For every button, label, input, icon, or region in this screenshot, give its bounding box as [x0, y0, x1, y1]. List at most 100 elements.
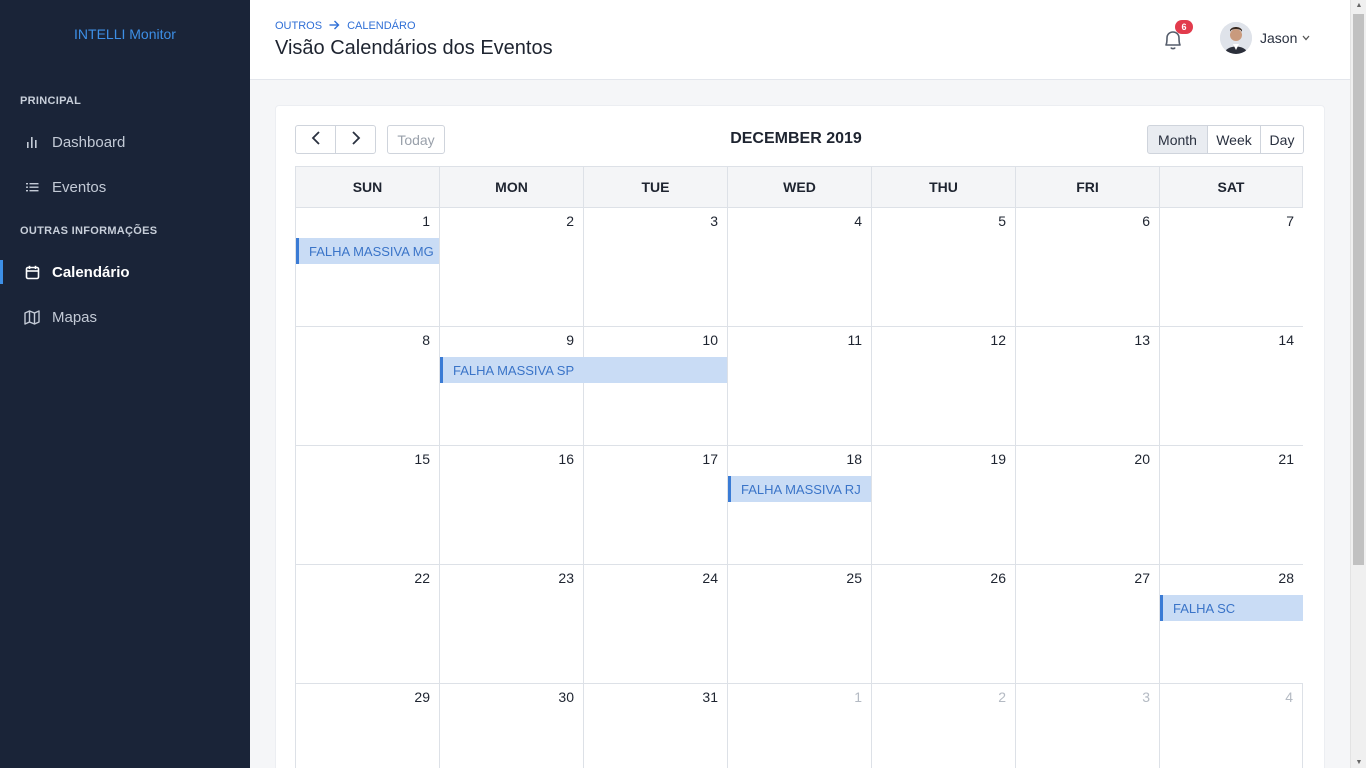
- calendar-day-cell[interactable]: 25: [727, 565, 871, 684]
- weekday-label: WED: [727, 166, 871, 208]
- day-number[interactable]: 17: [702, 451, 718, 467]
- day-number[interactable]: 29: [414, 689, 430, 705]
- day-number[interactable]: 7: [1286, 213, 1294, 229]
- scrollbar-thumb[interactable]: [1353, 14, 1364, 565]
- calendar-day-cell[interactable]: 10: [583, 327, 727, 446]
- day-number[interactable]: 6: [1142, 213, 1150, 229]
- today-button[interactable]: Today: [387, 125, 445, 154]
- day-number[interactable]: 2: [566, 213, 574, 229]
- user-menu[interactable]: Jason: [1220, 22, 1310, 54]
- breadcrumb-item-calendario[interactable]: CALENDÁRO: [347, 20, 415, 32]
- day-number[interactable]: 4: [1285, 689, 1293, 705]
- view-day-button[interactable]: Day: [1260, 125, 1304, 154]
- calendar-day-cell[interactable]: 18: [727, 446, 871, 565]
- calendar-event[interactable]: FALHA MASSIVA SP: [440, 357, 727, 383]
- day-number[interactable]: 16: [558, 451, 574, 467]
- calendar-day-cell[interactable]: 13: [1015, 327, 1159, 446]
- calendar-day-cell[interactable]: 3: [583, 208, 727, 327]
- day-number[interactable]: 28: [1278, 570, 1294, 586]
- day-number[interactable]: 1: [854, 689, 862, 705]
- day-number[interactable]: 5: [998, 213, 1006, 229]
- day-number[interactable]: 10: [702, 332, 718, 348]
- calendar-day-cell[interactable]: 27: [1015, 565, 1159, 684]
- day-number[interactable]: 13: [1134, 332, 1150, 348]
- calendar-day-cell[interactable]: 14: [1159, 327, 1303, 446]
- calendar-day-cell[interactable]: 26: [871, 565, 1015, 684]
- calendar-day-cell[interactable]: 1: [295, 208, 439, 327]
- day-number[interactable]: 25: [846, 570, 862, 586]
- calendar-day-cell[interactable]: 1: [727, 684, 871, 768]
- sidebar-item-label: Calendário: [52, 263, 130, 281]
- view-week-button[interactable]: Week: [1207, 125, 1261, 154]
- day-number[interactable]: 20: [1134, 451, 1150, 467]
- day-number[interactable]: 12: [990, 332, 1006, 348]
- sidebar-item-mapas[interactable]: Mapas: [0, 297, 250, 337]
- calendar-day-cell[interactable]: 12: [871, 327, 1015, 446]
- day-number[interactable]: 11: [847, 332, 862, 348]
- vertical-scrollbar[interactable]: ▲ ▼: [1350, 0, 1366, 768]
- day-number[interactable]: 8: [422, 332, 430, 348]
- day-number[interactable]: 1: [422, 213, 430, 229]
- calendar-event[interactable]: FALHA MASSIVA RJ: [728, 476, 871, 502]
- next-month-button[interactable]: [335, 125, 376, 154]
- day-number[interactable]: 23: [558, 570, 574, 586]
- day-number[interactable]: 14: [1278, 332, 1294, 348]
- list-icon: [24, 179, 40, 195]
- calendar-grid: SUN MON TUE WED THU FRI SAT 1 2 3 4 5 6 7 FALHA…: [295, 166, 1304, 768]
- day-number[interactable]: 3: [710, 213, 718, 229]
- breadcrumb-item-outros[interactable]: OUTROS: [275, 20, 322, 32]
- calendar-day-cell[interactable]: 15: [295, 446, 439, 565]
- scroll-down-icon[interactable]: ▼: [1351, 759, 1366, 766]
- calendar-day-cell[interactable]: 16: [439, 446, 583, 565]
- calendar-day-cell[interactable]: 11: [727, 327, 871, 446]
- notification-badge: 6: [1175, 20, 1193, 34]
- day-number[interactable]: 2: [998, 689, 1006, 705]
- day-number[interactable]: 19: [990, 451, 1006, 467]
- day-number[interactable]: 15: [414, 451, 430, 467]
- day-number[interactable]: 27: [1134, 570, 1150, 586]
- calendar-day-cell[interactable]: 5: [871, 208, 1015, 327]
- calendar-week-row: 1 2 3 4 5 6 7 FALHA MASSIVA MG: [295, 208, 1304, 327]
- calendar-day-cell[interactable]: 22: [295, 565, 439, 684]
- day-number[interactable]: 21: [1278, 451, 1294, 467]
- calendar-day-cell[interactable]: 20: [1015, 446, 1159, 565]
- calendar-day-cell[interactable]: 3: [1015, 684, 1159, 768]
- calendar-day-cell[interactable]: 29: [295, 684, 439, 768]
- day-number[interactable]: 31: [702, 689, 718, 705]
- view-month-button[interactable]: Month: [1147, 125, 1208, 154]
- day-number[interactable]: 22: [414, 570, 430, 586]
- sidebar-item-eventos[interactable]: Eventos: [0, 167, 250, 207]
- brand-logo[interactable]: INTELLI Monitor: [0, 26, 250, 42]
- sidebar-item-calendario[interactable]: Calendário: [0, 252, 250, 292]
- calendar-day-cell[interactable]: 4: [1159, 684, 1303, 768]
- day-number[interactable]: 9: [566, 332, 574, 348]
- day-number[interactable]: 30: [558, 689, 574, 705]
- calendar-event[interactable]: FALHA MASSIVA MG: [296, 238, 439, 264]
- calendar-day-cell[interactable]: 24: [583, 565, 727, 684]
- calendar-day-cell[interactable]: 23: [439, 565, 583, 684]
- calendar-day-cell[interactable]: 2: [439, 208, 583, 327]
- calendar-day-cell[interactable]: 6: [1015, 208, 1159, 327]
- calendar-day-cell[interactable]: 9: [439, 327, 583, 446]
- calendar-day-cell[interactable]: 21: [1159, 446, 1303, 565]
- calendar-day-cell[interactable]: 2: [871, 684, 1015, 768]
- day-number[interactable]: 3: [1142, 689, 1150, 705]
- prev-month-button[interactable]: [295, 125, 336, 154]
- calendar-day-cell[interactable]: 19: [871, 446, 1015, 565]
- calendar-icon: [24, 264, 40, 280]
- calendar-day-cell[interactable]: 28: [1159, 565, 1303, 684]
- calendar-event[interactable]: FALHA SC: [1160, 595, 1303, 621]
- day-number[interactable]: 24: [702, 570, 718, 586]
- day-number[interactable]: 26: [990, 570, 1006, 586]
- calendar-day-cell[interactable]: 4: [727, 208, 871, 327]
- calendar-day-cell[interactable]: 7: [1159, 208, 1303, 327]
- arrow-right-icon: [329, 19, 340, 33]
- scroll-up-icon[interactable]: ▲: [1351, 2, 1366, 9]
- calendar-day-cell[interactable]: 17: [583, 446, 727, 565]
- calendar-day-cell[interactable]: 31: [583, 684, 727, 768]
- day-number[interactable]: 18: [846, 451, 862, 467]
- calendar-day-cell[interactable]: 8: [295, 327, 439, 446]
- calendar-day-cell[interactable]: 30: [439, 684, 583, 768]
- sidebar-item-dashboard[interactable]: Dashboard: [0, 122, 250, 162]
- day-number[interactable]: 4: [854, 213, 862, 229]
